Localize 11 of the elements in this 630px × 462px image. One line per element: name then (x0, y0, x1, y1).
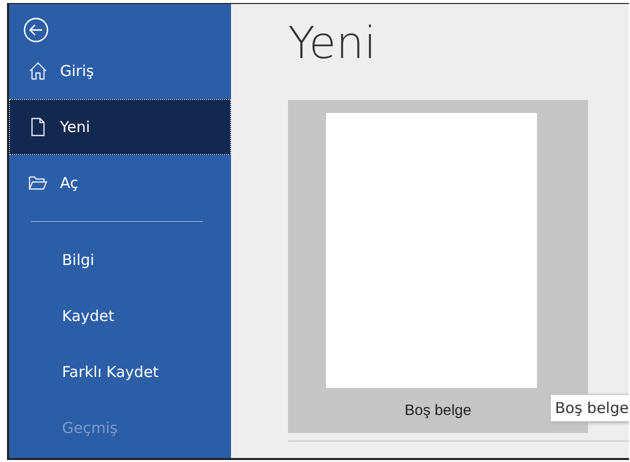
tooltip: Boş belge (550, 394, 629, 422)
sidebar-item[interactable]: Kaydet (9, 288, 231, 344)
page-title: Yeni (288, 18, 378, 71)
sidebar-item[interactable]: Bilgi (9, 232, 231, 288)
home-icon (28, 61, 48, 81)
sidebar-item[interactable]: Yeni (9, 99, 231, 155)
sidebar-item[interactable]: Giriş (9, 43, 231, 99)
back-button[interactable] (23, 17, 49, 43)
sidebar-item[interactable]: Aç (9, 155, 231, 211)
template-label: Boş belge (404, 402, 472, 419)
sidebar-item[interactable]: Farklı Kaydet (9, 344, 231, 400)
